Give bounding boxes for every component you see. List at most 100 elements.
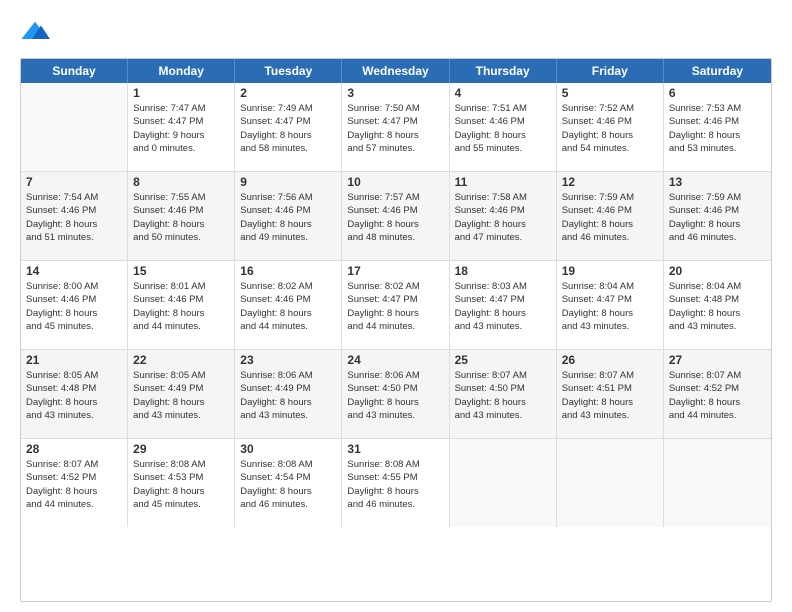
cell-daylight-info: Sunrise: 7:49 AMSunset: 4:47 PMDaylight:… <box>240 102 336 155</box>
cell-line: Daylight: 8 hours <box>669 218 766 231</box>
cell-line: Daylight: 8 hours <box>240 129 336 142</box>
cell-line: and 58 minutes. <box>240 142 336 155</box>
cell-line: and 43 minutes. <box>455 320 551 333</box>
cell-daylight-info: Sunrise: 7:50 AMSunset: 4:47 PMDaylight:… <box>347 102 443 155</box>
cell-line: Sunset: 4:46 PM <box>240 204 336 217</box>
cell-line: Sunrise: 7:59 AM <box>562 191 658 204</box>
cal-cell: 13Sunrise: 7:59 AMSunset: 4:46 PMDayligh… <box>664 172 771 260</box>
cal-cell: 21Sunrise: 8:05 AMSunset: 4:48 PMDayligh… <box>21 350 128 438</box>
cell-line: Sunrise: 8:08 AM <box>347 458 443 471</box>
cell-line: and 46 minutes. <box>562 231 658 244</box>
cal-cell: 3Sunrise: 7:50 AMSunset: 4:47 PMDaylight… <box>342 83 449 171</box>
cal-cell: 20Sunrise: 8:04 AMSunset: 4:48 PMDayligh… <box>664 261 771 349</box>
cell-line: and 49 minutes. <box>240 231 336 244</box>
cell-line: Sunrise: 8:08 AM <box>133 458 229 471</box>
header <box>20 18 772 48</box>
calendar-header: SundayMondayTuesdayWednesdayThursdayFrid… <box>21 59 771 83</box>
cell-line: and 43 minutes. <box>562 320 658 333</box>
day-number: 31 <box>347 442 443 456</box>
day-number: 7 <box>26 175 122 189</box>
cal-cell: 23 Sunrise: 8:06 AMSunset: 4:49 PMDayligh… <box>235 350 342 438</box>
cell-line: and 54 minutes. <box>562 142 658 155</box>
cell-daylight-info: Sunrise: 8:07 AMSunset: 4:51 PMDaylight:… <box>562 369 658 422</box>
day-number: 16 <box>240 264 336 278</box>
day-number: 4 <box>455 86 551 100</box>
header-day-friday: Friday <box>557 59 664 83</box>
cell-line: Daylight: 8 hours <box>133 218 229 231</box>
cell-line: and 50 minutes. <box>133 231 229 244</box>
cell-daylight-info: Sunrise: 8:08 AMSunset: 4:54 PMDaylight:… <box>240 458 336 511</box>
cell-line: Daylight: 8 hours <box>133 485 229 498</box>
cell-line: Sunrise: 7:52 AM <box>562 102 658 115</box>
cal-cell: 31Sunrise: 8:08 AMSunset: 4:55 PMDayligh… <box>342 439 449 527</box>
day-number: 23 <box>240 353 336 367</box>
cell-line: Sunrise: 7:51 AM <box>455 102 551 115</box>
cell-line: Sunset: 4:52 PM <box>26 471 122 484</box>
calendar-body: 1Sunrise: 7:47 AMSunset: 4:47 PMDaylight… <box>21 83 771 527</box>
cell-line: Sunset: 4:49 PM <box>133 382 229 395</box>
cell-daylight-info: Sunrise: 7:56 AMSunset: 4:46 PMDaylight:… <box>240 191 336 244</box>
cell-line: and 46 minutes. <box>240 498 336 511</box>
cell-line: Daylight: 8 hours <box>562 218 658 231</box>
cell-line: Sunset: 4:48 PM <box>26 382 122 395</box>
day-number: 24 <box>347 353 443 367</box>
cell-daylight-info: Sunrise: 8:00 AMSunset: 4:46 PMDaylight:… <box>26 280 122 333</box>
cal-cell: 22Sunrise: 8:05 AMSunset: 4:49 PMDayligh… <box>128 350 235 438</box>
cell-line: Daylight: 8 hours <box>240 485 336 498</box>
cell-line: Sunrise: 7:54 AM <box>26 191 122 204</box>
cell-line: and 43 minutes. <box>669 320 766 333</box>
cell-line: Sunset: 4:46 PM <box>240 293 336 306</box>
cell-line: and 43 minutes. <box>133 409 229 422</box>
header-day-saturday: Saturday <box>664 59 771 83</box>
cell-line: Sunset: 4:46 PM <box>562 115 658 128</box>
cell-line: Sunset: 4:50 PM <box>347 382 443 395</box>
page: SundayMondayTuesdayWednesdayThursdayFrid… <box>0 0 792 612</box>
cell-line: Sunrise: 7:58 AM <box>455 191 551 204</box>
cell-daylight-info: Sunrise: 8:08 AMSunset: 4:53 PMDaylight:… <box>133 458 229 511</box>
cal-cell: 11Sunrise: 7:58 AMSunset: 4:46 PMDayligh… <box>450 172 557 260</box>
day-number: 20 <box>669 264 766 278</box>
cell-daylight-info: Sunrise: 8:06 AMSunset: 4:49 PMDaylight:… <box>240 369 336 422</box>
cell-line: and 43 minutes. <box>240 409 336 422</box>
cal-cell: 12Sunrise: 7:59 AMSunset: 4:46 PMDayligh… <box>557 172 664 260</box>
day-number: 10 <box>347 175 443 189</box>
cell-daylight-info: Sunrise: 7:59 AMSunset: 4:46 PMDaylight:… <box>669 191 766 244</box>
cal-row-1: 7Sunrise: 7:54 AMSunset: 4:46 PMDaylight… <box>21 172 771 261</box>
cell-daylight-info: Sunrise: 8:06 AMSunset: 4:50 PMDaylight:… <box>347 369 443 422</box>
cell-line: Sunset: 4:46 PM <box>26 293 122 306</box>
cell-line: Sunrise: 8:02 AM <box>347 280 443 293</box>
calendar: SundayMondayTuesdayWednesdayThursdayFrid… <box>20 58 772 602</box>
cal-row-4: 28Sunrise: 8:07 AMSunset: 4:52 PMDayligh… <box>21 439 771 527</box>
cal-cell: 28 Sunrise: 8:07 AMSunset: 4:52 PMDayligh… <box>21 439 128 527</box>
day-number: 17 <box>347 264 443 278</box>
day-number: 22 <box>133 353 229 367</box>
cell-line: Sunset: 4:47 PM <box>240 115 336 128</box>
cell-line: and 53 minutes. <box>669 142 766 155</box>
cell-line: Sunrise: 8:07 AM <box>26 458 122 471</box>
cell-daylight-info: Sunrise: 8:04 AMSunset: 4:47 PMDaylight:… <box>562 280 658 333</box>
day-number: 1 <box>133 86 229 100</box>
day-number: 15 <box>133 264 229 278</box>
cal-cell <box>664 439 771 527</box>
logo <box>20 18 56 48</box>
cell-line: and 44 minutes. <box>26 498 122 511</box>
cal-cell <box>450 439 557 527</box>
cell-line: Sunset: 4:47 PM <box>562 293 658 306</box>
cal-cell: 17Sunrise: 8:02 AMSunset: 4:47 PMDayligh… <box>342 261 449 349</box>
cell-line: Sunrise: 7:56 AM <box>240 191 336 204</box>
cell-line: Daylight: 9 hours <box>133 129 229 142</box>
cell-line: Daylight: 8 hours <box>26 485 122 498</box>
cell-line: and 46 minutes. <box>347 498 443 511</box>
cell-line: Sunset: 4:47 PM <box>347 293 443 306</box>
cal-cell: 6Sunrise: 7:53 AMSunset: 4:46 PMDaylight… <box>664 83 771 171</box>
cell-line: Sunset: 4:46 PM <box>562 204 658 217</box>
cal-cell: 19Sunrise: 8:04 AMSunset: 4:47 PMDayligh… <box>557 261 664 349</box>
day-number: 9 <box>240 175 336 189</box>
cell-line: Sunrise: 8:07 AM <box>455 369 551 382</box>
cell-line: Sunset: 4:54 PM <box>240 471 336 484</box>
cell-line: Daylight: 8 hours <box>347 396 443 409</box>
day-number: 18 <box>455 264 551 278</box>
header-day-monday: Monday <box>128 59 235 83</box>
day-number: 28 <box>26 442 122 456</box>
cell-line: and 48 minutes. <box>347 231 443 244</box>
